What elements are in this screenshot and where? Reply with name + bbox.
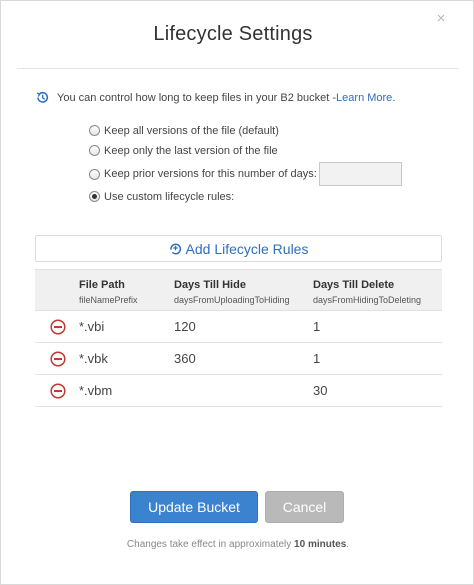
radio-custom-rules[interactable]: [89, 191, 100, 202]
footer-prefix: Changes take effect in approximately: [126, 539, 295, 550]
cell-days-till-delete: 1: [313, 319, 321, 334]
column-subtitle: fileNamePrefix: [79, 295, 138, 305]
add-lifecycle-rules-button[interactable]: Add Lifecycle Rules: [35, 235, 442, 262]
footer-note: Changes take effect in approximately 10 …: [1, 539, 474, 550]
footer-duration: 10 minutes: [294, 539, 347, 550]
option-label: Keep prior versions for this number of d…: [104, 168, 317, 180]
remove-rule-icon[interactable]: [50, 351, 66, 367]
option-keep-last[interactable]: Keep only the last version of the file: [89, 142, 402, 159]
add-rules-label: Add Lifecycle Rules: [185, 240, 309, 257]
dialog-title: Lifecycle Settings: [153, 23, 313, 45]
column-days-till-hide: Days Till Hide daysFromUploadingToHiding: [174, 279, 290, 306]
option-keep-all[interactable]: Keep all versions of the file (default): [89, 122, 402, 139]
cancel-button[interactable]: Cancel: [265, 491, 344, 523]
option-keep-days[interactable]: Keep prior versions for this number of d…: [89, 162, 402, 186]
lifecycle-settings-dialog: × Lifecycle Settings You can control how…: [0, 0, 474, 585]
info-period: .: [392, 91, 396, 104]
cell-file-path: *.vbi: [79, 319, 105, 334]
column-days-till-delete: Days Till Delete daysFromHidingToDeletin…: [313, 279, 421, 306]
table-row: *.vbk 360 1: [35, 343, 442, 375]
rules-table-header: File Path fileNamePrefix Days Till Hide …: [35, 269, 442, 311]
footer-suffix: .: [346, 539, 350, 550]
table-row: *.vbi 120 1: [35, 311, 442, 343]
remove-rule-icon[interactable]: [50, 383, 66, 399]
cell-days-till-hide: 360: [174, 351, 196, 366]
column-subtitle: daysFromHidingToDeleting: [313, 295, 422, 305]
learn-more-link[interactable]: Learn More: [336, 92, 392, 104]
option-label: Keep all versions of the file (default): [104, 124, 279, 137]
radio-keep-days[interactable]: [89, 168, 100, 180]
cell-days-till-hide: 120: [174, 319, 196, 334]
info-text: You can control how long to keep files i…: [57, 91, 337, 104]
info-message: You can control how long to keep files i…: [35, 90, 395, 105]
option-custom-rules[interactable]: Use custom lifecycle rules:: [89, 188, 402, 205]
column-title: Days Till Hide: [174, 279, 246, 291]
table-row: *.vbm 30: [35, 375, 442, 407]
option-label: Use custom lifecycle rules:: [104, 190, 235, 203]
column-subtitle: daysFromUploadingToHiding: [174, 295, 290, 305]
cell-days-till-delete: 1: [313, 351, 321, 366]
remove-rule-icon[interactable]: [50, 319, 66, 335]
update-bucket-button[interactable]: Update Bucket: [130, 491, 258, 523]
cell-file-path: *.vbm: [79, 383, 113, 398]
add-rule-icon: [169, 243, 181, 255]
radio-keep-all[interactable]: [89, 125, 100, 136]
history-icon: [36, 91, 49, 103]
cell-days-till-delete: 30: [313, 383, 328, 398]
cell-file-path: *.vbk: [79, 351, 108, 366]
column-title: File Path: [79, 279, 125, 291]
option-label: Keep only the last version of the file: [104, 144, 278, 157]
title-divider: [17, 68, 459, 69]
lifecycle-options: Keep all versions of the file (default) …: [89, 122, 402, 208]
column-file-path: File Path fileNamePrefix: [79, 279, 138, 306]
column-title: Days Till Delete: [313, 279, 395, 291]
days-input[interactable]: [318, 162, 402, 186]
radio-keep-last[interactable]: [89, 145, 100, 156]
